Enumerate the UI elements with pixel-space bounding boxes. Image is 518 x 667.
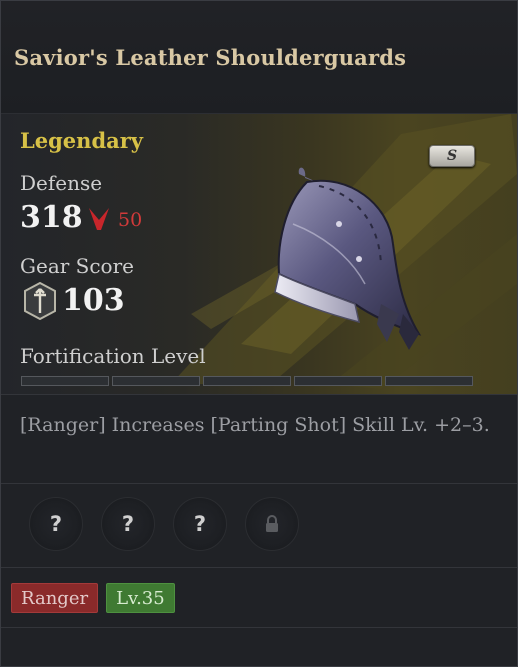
rarity-label: Legendary	[20, 128, 143, 153]
item-stats-panel: Legendary S Defense 318 50 Gear Score 10…	[1, 114, 517, 394]
decrease-arrow-icon	[89, 208, 109, 230]
fortification-segment	[385, 376, 473, 386]
defense-value: 318	[20, 200, 83, 235]
description-section: [Ranger] Increases [Parting Shot] Skill …	[1, 394, 517, 484]
item-tooltip: Savior's Leather Shoulderguards Legendar…	[0, 0, 518, 667]
unknown-socket-icon: ?	[121, 512, 135, 536]
fortification-bar	[21, 376, 473, 386]
fortification-segment	[21, 376, 109, 386]
gear-score-icon	[24, 282, 56, 320]
fortification-segment	[112, 376, 200, 386]
socket-row: ? ? ?	[1, 483, 517, 568]
socket-slot-3[interactable]: ?	[173, 497, 227, 551]
unknown-socket-icon: ?	[49, 512, 63, 536]
tooltip-header: Savior's Leather Shoulderguards	[1, 1, 517, 114]
shoulderguard-icon	[274, 167, 422, 350]
item-description: [Ranger] Increases [Parting Shot] Skill …	[20, 414, 490, 436]
fortification-segment	[294, 376, 382, 386]
defense-difference: 50	[118, 209, 143, 231]
item-name: Savior's Leather Shoulderguards	[14, 45, 407, 70]
defense-label: Defense	[20, 171, 103, 195]
requirement-tags: Ranger Lv.35	[11, 583, 175, 613]
tier-badge: S	[429, 145, 475, 167]
fortification-label: Fortification Level	[20, 344, 206, 368]
divider	[1, 627, 517, 628]
unknown-socket-icon: ?	[193, 512, 207, 536]
fortification-segment	[203, 376, 291, 386]
class-tag: Ranger	[11, 583, 99, 613]
socket-slot-2[interactable]: ?	[101, 497, 155, 551]
lock-icon	[266, 515, 278, 532]
socket-slot-1[interactable]: ?	[29, 497, 83, 551]
gear-score-value: 103	[62, 283, 125, 318]
gear-score-label: Gear Score	[20, 254, 134, 278]
socket-slot-4-locked[interactable]	[245, 497, 299, 551]
level-requirement-tag: Lv.35	[106, 583, 175, 613]
